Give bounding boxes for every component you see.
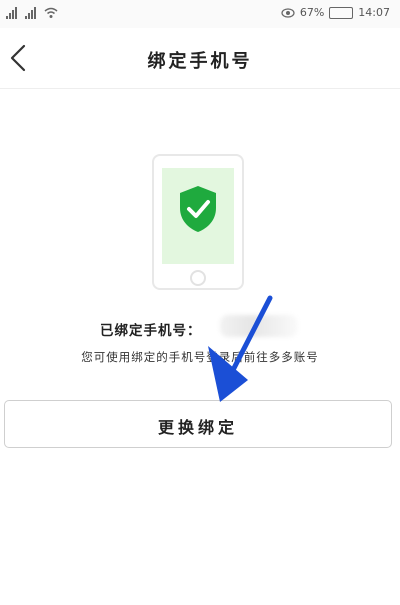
phone-illustration [152,154,244,290]
battery-percent: 67% [299,6,325,19]
eye-icon [281,7,295,18]
top-bar: 绑定手机号 [0,28,400,89]
wifi-icon [44,7,58,18]
battery-icon [329,6,354,19]
bound-phone-label: 已绑定手机号： [100,323,202,339]
phone-screen [162,168,234,264]
shield-check-icon [176,184,220,238]
change-binding-label: 更换绑定 [157,418,238,437]
status-left [6,7,58,19]
signal-icon [6,7,20,19]
signal-icon-2 [25,7,39,19]
arrow-annotation-icon [208,295,273,402]
status-bar: 67% 14:07 [0,0,400,28]
hint-text: 您可使用绑定的手机号登录后前往多多账号 [81,350,319,364]
page-title: 绑定手机号 [147,51,253,72]
change-binding-button[interactable]: 更换绑定 [4,400,392,448]
masked-phone-number [220,315,298,337]
clock: 14:07 [358,6,390,19]
status-right: 67% 14:07 [281,6,390,19]
home-button-icon [190,270,206,286]
